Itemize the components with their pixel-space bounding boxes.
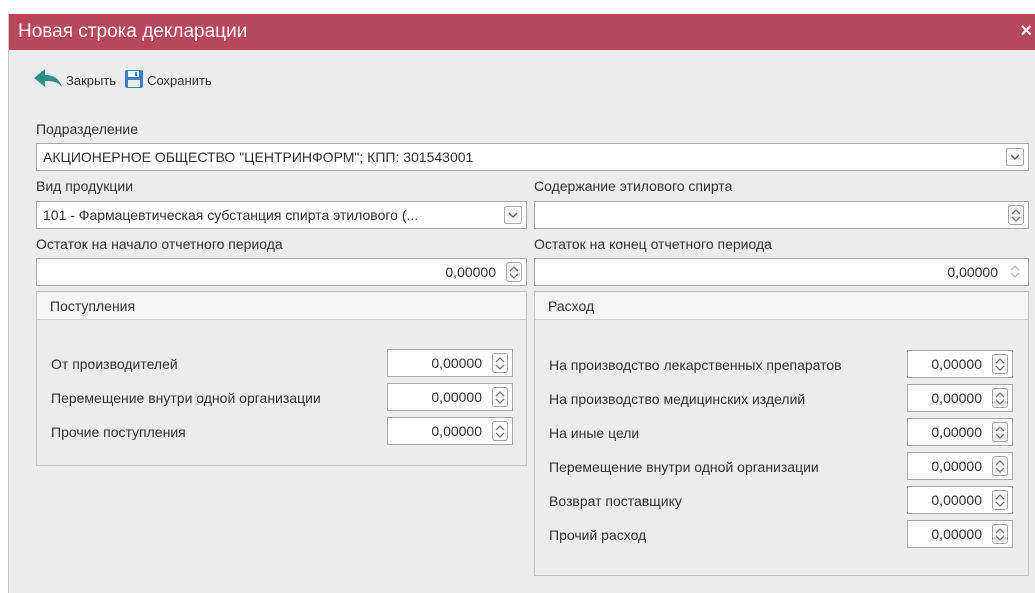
spin-updown-icon[interactable] bbox=[1008, 205, 1024, 225]
expense-row-value: 0,00000 bbox=[931, 458, 982, 474]
division-label: Подразделение bbox=[36, 121, 139, 137]
back-arrow-icon bbox=[33, 67, 66, 94]
product-type-label: Вид продукции bbox=[36, 178, 134, 194]
ethyl-content-input[interactable] bbox=[534, 201, 1029, 229]
close-icon[interactable]: × bbox=[1020, 14, 1032, 50]
start-balance-value: 0,00000 bbox=[445, 264, 496, 280]
division-value: АКЦИОНЕРНОЕ ОБЩЕСТВО "ЦЕНТРИНФОРМ"; КПП:… bbox=[43, 149, 474, 165]
expense-row-input[interactable]: 0,00000 bbox=[907, 384, 1013, 412]
expense-row-input[interactable]: 0,00000 bbox=[907, 350, 1013, 378]
end-balance-value: 0,00000 bbox=[947, 264, 998, 280]
expense-row-input[interactable]: 0,00000 bbox=[907, 452, 1013, 480]
receipt-row-value: 0,00000 bbox=[431, 423, 482, 439]
spin-updown-icon[interactable] bbox=[992, 456, 1008, 476]
spin-updown-icon[interactable] bbox=[492, 421, 508, 441]
expense-row-input[interactable]: 0,00000 bbox=[907, 520, 1013, 548]
expense-row-input[interactable]: 0,00000 bbox=[907, 418, 1013, 446]
ethyl-content-label: Содержание этилового спирта bbox=[534, 178, 733, 194]
dialog-title: Новая строка декларации bbox=[18, 21, 248, 42]
receipt-row-value: 0,00000 bbox=[431, 389, 482, 405]
save-button[interactable]: Сохранить bbox=[124, 69, 212, 92]
receipt-row-label: От производителей bbox=[51, 356, 178, 372]
end-balance-input: 0,00000 bbox=[534, 258, 1029, 286]
expense-title: Расход bbox=[535, 292, 1028, 320]
save-button-label: Сохранить bbox=[147, 72, 212, 88]
spin-updown-icon[interactable] bbox=[992, 524, 1008, 544]
end-balance-label: Остаток на конец отчетного периода bbox=[534, 236, 772, 252]
spin-updown-icon[interactable] bbox=[992, 354, 1008, 374]
receipt-row-label: Перемещение внутри одной организации bbox=[51, 390, 321, 406]
spin-updown-icon[interactable] bbox=[492, 387, 508, 407]
spin-updown-icon bbox=[1008, 262, 1024, 282]
expense-row-value: 0,00000 bbox=[931, 424, 982, 440]
start-balance-input[interactable]: 0,00000 bbox=[36, 258, 527, 286]
expense-row-label: Перемещение внутри одной организации bbox=[549, 459, 819, 475]
expense-row-label: На производство медицинских изделий bbox=[549, 391, 806, 407]
expense-row-input[interactable]: 0,00000 bbox=[907, 486, 1013, 514]
expense-row-label: На иные цели bbox=[549, 425, 640, 441]
expense-row-label: Прочий расход bbox=[549, 527, 647, 543]
receipt-row-input[interactable]: 0,00000 bbox=[387, 349, 513, 377]
spin-updown-icon[interactable] bbox=[492, 353, 508, 373]
receipt-row-input[interactable]: 0,00000 bbox=[387, 417, 513, 445]
division-select[interactable]: АКЦИОНЕРНОЕ ОБЩЕСТВО "ЦЕНТРИНФОРМ"; КПП:… bbox=[36, 143, 1029, 171]
product-type-select[interactable]: 101 - Фармацевтическая субстанция спирта… bbox=[36, 201, 527, 229]
receipts-title: Поступления bbox=[37, 292, 526, 320]
spin-updown-icon[interactable] bbox=[992, 388, 1008, 408]
expense-row-value: 0,00000 bbox=[931, 492, 982, 508]
expense-row-value: 0,00000 bbox=[931, 356, 982, 372]
receipt-row-label: Прочие поступления bbox=[51, 424, 186, 440]
expense-row-label: На производство лекарственных препаратов bbox=[549, 357, 842, 373]
expense-row-value: 0,00000 bbox=[931, 526, 982, 542]
chevron-down-icon[interactable] bbox=[504, 206, 522, 224]
close-button-label: Закрыть bbox=[66, 72, 117, 88]
expense-group: Расход На производство лекарственных пре… bbox=[534, 291, 1029, 576]
expense-row-value: 0,00000 bbox=[931, 390, 982, 406]
expense-row-label: Возврат поставщику bbox=[549, 493, 682, 509]
chevron-down-icon[interactable] bbox=[1006, 148, 1024, 166]
product-type-value: 101 - Фармацевтическая субстанция спирта… bbox=[43, 207, 419, 223]
receipt-row-input[interactable]: 0,00000 bbox=[387, 383, 513, 411]
receipt-row-value: 0,00000 bbox=[431, 355, 482, 371]
spin-updown-icon[interactable] bbox=[506, 262, 522, 282]
start-balance-label: Остаток на начало отчетного периода bbox=[36, 236, 283, 252]
title-bar: Новая строка декларации × bbox=[9, 14, 1035, 50]
spin-updown-icon[interactable] bbox=[992, 490, 1008, 510]
floppy-disk-icon bbox=[124, 69, 147, 92]
spin-updown-icon[interactable] bbox=[992, 422, 1008, 442]
receipts-group: Поступления От производителей 0,00000 Пе… bbox=[36, 291, 527, 466]
dialog-window: Новая строка декларации × Закрыть Сохран bbox=[8, 14, 1035, 593]
toolbar: Закрыть Сохранить bbox=[33, 67, 220, 93]
close-button[interactable]: Закрыть bbox=[33, 67, 116, 94]
